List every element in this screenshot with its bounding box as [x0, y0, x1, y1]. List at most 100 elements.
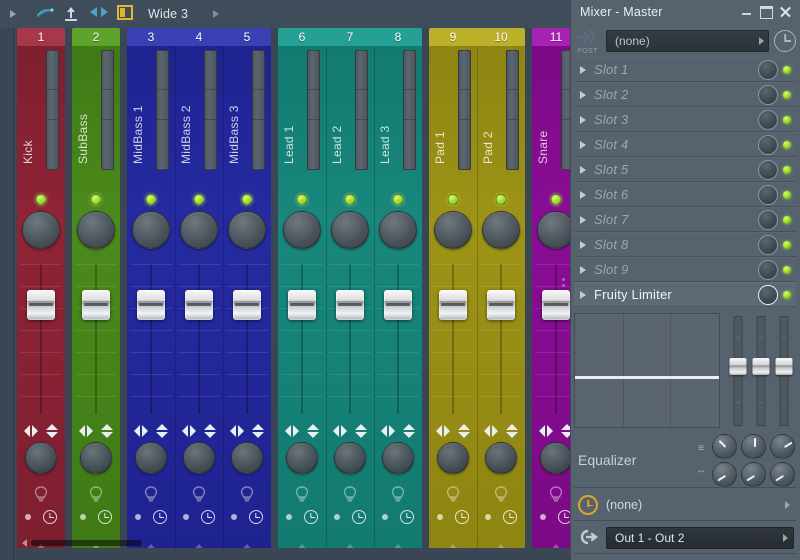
stereo-separation-icon[interactable] [24, 425, 38, 437]
maximize-button[interactable] [756, 2, 776, 22]
send-triangle-icon[interactable] [343, 544, 357, 548]
effect-enable-led[interactable] [783, 291, 791, 299]
track-pan-knob[interactable] [537, 211, 570, 249]
effect-slot-2[interactable]: Slot 2 [574, 82, 796, 107]
track-pan-knob[interactable] [331, 211, 369, 249]
track-stereo-knob[interactable] [334, 442, 366, 474]
stereo-separation-icon[interactable] [285, 425, 299, 437]
track-enable-led[interactable] [194, 194, 205, 205]
volume-fader-handle[interactable] [82, 290, 110, 320]
record-arm-dot[interactable] [437, 514, 443, 520]
volume-fader-handle[interactable] [384, 290, 412, 320]
send-triangle-icon[interactable] [144, 544, 158, 548]
effect-mix-knob[interactable] [758, 235, 778, 255]
track-name-label[interactable]: Lead 2 [330, 54, 344, 164]
expand-arrow-icon[interactable] [580, 116, 586, 124]
clock-icon[interactable] [578, 495, 598, 515]
volume-fader-handle[interactable] [233, 290, 261, 320]
swap-channels-icon[interactable] [355, 424, 367, 438]
track-number-10[interactable]: 10 [477, 28, 525, 46]
swap-channels-icon[interactable] [458, 424, 470, 438]
eq-width-knob-1[interactable] [712, 462, 737, 487]
expand-arrow-icon[interactable] [580, 166, 586, 174]
track-name-label[interactable]: MidBass 1 [131, 54, 145, 164]
mixer-strip-1[interactable]: Kick [17, 46, 65, 548]
effect-slot-1[interactable]: Slot 1 [574, 57, 796, 82]
track-enable-led[interactable] [242, 194, 253, 205]
latency-clock-icon[interactable] [98, 510, 112, 524]
track-enable-led[interactable] [393, 194, 404, 205]
effect-enable-led[interactable] [783, 91, 791, 99]
record-arm-dot[interactable] [183, 514, 189, 520]
swap-channels-icon[interactable] [561, 424, 570, 438]
track-number-2[interactable]: 2 [72, 28, 120, 46]
record-arm-dot[interactable] [382, 514, 388, 520]
track-number-1[interactable]: 1 [17, 28, 65, 46]
effect-enable-led[interactable] [783, 141, 791, 149]
effect-enable-led[interactable] [783, 191, 791, 199]
stereo-separation-icon[interactable] [79, 425, 93, 437]
effect-slot-10[interactable]: Fruity Limiter [574, 282, 796, 307]
post-chain-select[interactable]: (none) [606, 30, 769, 52]
stereo-separation-icon[interactable] [539, 425, 553, 437]
stereo-separation-icon[interactable] [230, 425, 244, 437]
eq-freq-knob-2[interactable] [741, 434, 766, 459]
track-number-3[interactable]: 3 [127, 28, 175, 46]
latency-clock-icon[interactable] [201, 510, 215, 524]
latency-clock-icon[interactable] [43, 510, 57, 524]
track-name-label[interactable]: Kick [21, 54, 35, 164]
track-name-label[interactable]: Snare [536, 54, 550, 164]
track-pan-knob[interactable] [22, 211, 60, 249]
equalizer-graph[interactable] [574, 313, 720, 428]
track-number-8[interactable]: 8 [374, 28, 422, 46]
volume-fader-handle[interactable] [185, 290, 213, 320]
scrollbar-thumb[interactable] [31, 540, 142, 546]
eq-width-knob-3[interactable] [770, 462, 795, 487]
track-stereo-knob[interactable] [286, 442, 318, 474]
stereo-separation-icon[interactable] [484, 425, 498, 437]
track-enable-led[interactable] [36, 194, 47, 205]
swap-channels-icon[interactable] [403, 424, 415, 438]
track-pan-knob[interactable] [283, 211, 321, 249]
send-triangle-icon[interactable] [391, 544, 405, 548]
send-triangle-icon[interactable] [295, 544, 309, 548]
track-pan-knob[interactable] [434, 211, 472, 249]
track-name-label[interactable]: Lead 1 [282, 54, 296, 164]
mixer-strip-9[interactable]: Pad 1 [429, 46, 477, 548]
track-enable-led[interactable] [448, 194, 459, 205]
track-number-6[interactable]: 6 [278, 28, 326, 46]
eq-fader-band-3[interactable] [775, 316, 793, 426]
track-stereo-knob[interactable] [25, 442, 57, 474]
mixer-strip-2[interactable]: SubBass [72, 46, 120, 548]
volume-fader-handle[interactable] [137, 290, 165, 320]
track-enable-led[interactable] [551, 194, 562, 205]
effect-enable-led[interactable] [783, 166, 791, 174]
swap-channels-icon[interactable] [46, 424, 58, 438]
anchor-icon[interactable] [62, 5, 82, 23]
track-stereo-knob[interactable] [485, 442, 517, 474]
bulb-icon[interactable] [240, 486, 254, 502]
effect-slot-7[interactable]: Slot 7 [574, 207, 796, 232]
link-arrows-icon[interactable] [89, 5, 109, 23]
effect-mix-knob[interactable] [758, 160, 778, 180]
effect-enable-led[interactable] [783, 116, 791, 124]
track-pan-knob[interactable] [228, 211, 266, 249]
effect-slot-5[interactable]: Slot 5 [574, 157, 796, 182]
bulb-icon[interactable] [391, 486, 405, 502]
track-pan-knob[interactable] [379, 211, 417, 249]
stereo-separation-icon[interactable] [381, 425, 395, 437]
bulb-icon[interactable] [343, 486, 357, 502]
eq-fader-cap[interactable] [752, 358, 769, 375]
latency-clock-icon[interactable] [352, 510, 366, 524]
send-triangle-icon[interactable] [192, 544, 206, 548]
mixer-strip-6[interactable]: Lead 1 [278, 46, 326, 548]
record-arm-dot[interactable] [540, 514, 546, 520]
next-preset-arrow-icon[interactable] [211, 5, 231, 23]
send-triangle-icon[interactable] [494, 544, 508, 548]
track-number-11[interactable]: 11 [532, 28, 570, 46]
bulb-icon[interactable] [34, 486, 48, 502]
effect-mix-knob[interactable] [758, 60, 778, 80]
eq-fader-cap[interactable] [729, 358, 746, 375]
track-enable-led[interactable] [146, 194, 157, 205]
swap-channels-icon[interactable] [156, 424, 168, 438]
